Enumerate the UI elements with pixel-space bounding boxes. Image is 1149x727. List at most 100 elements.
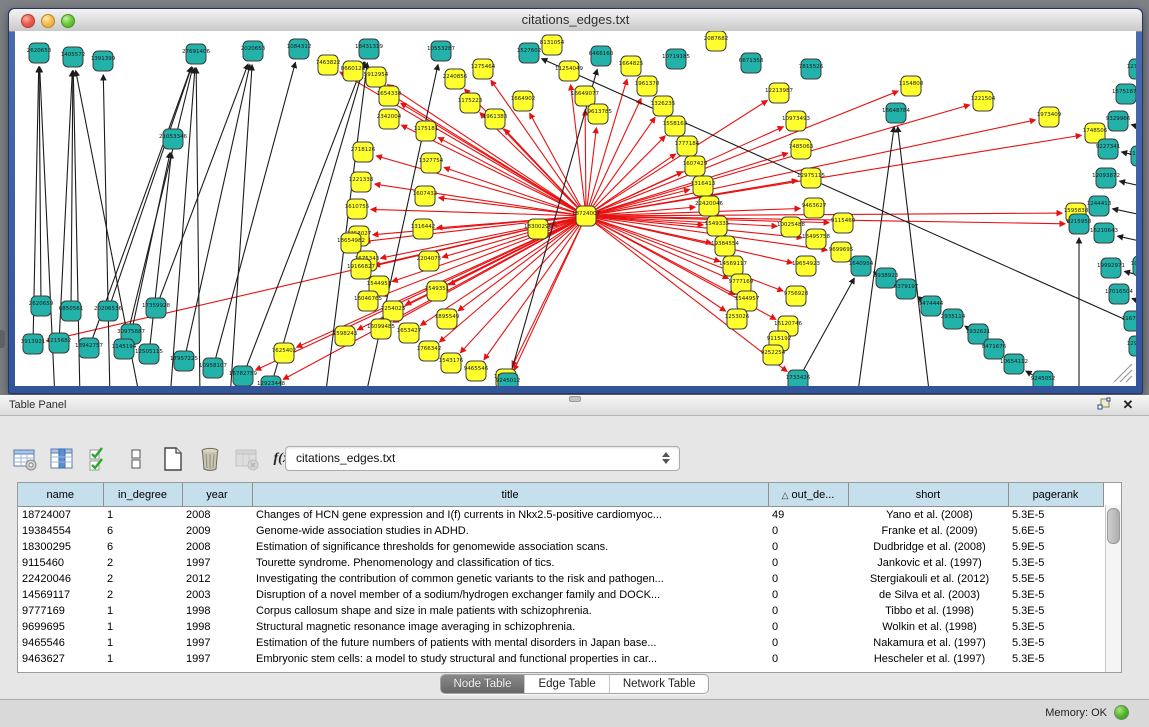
table-cell[interactable]: 5.3E-5 bbox=[1008, 555, 1103, 571]
table-cell[interactable]: Dudbridge et al. (2008) bbox=[848, 539, 1008, 555]
table-row[interactable]: 946554611997Estimation of the future num… bbox=[18, 635, 1103, 651]
window-resize-grip[interactable] bbox=[1108, 358, 1134, 384]
panel-splitter-handle[interactable] bbox=[569, 396, 581, 402]
column-header-out_de[interactable]: △out_de... bbox=[768, 483, 848, 507]
table-cell[interactable]: Yano et al. (2008) bbox=[848, 507, 1008, 524]
table-row[interactable]: 977716911998Corpus callosum shape and si… bbox=[18, 603, 1103, 619]
column-header-pagerank[interactable]: pagerank bbox=[1008, 483, 1103, 507]
table-cell[interactable]: 5.5E-5 bbox=[1008, 571, 1103, 587]
table-cell[interactable]: 5.3E-5 bbox=[1008, 651, 1103, 667]
table-row[interactable]: 1830029562008Estimation of significance … bbox=[18, 539, 1103, 555]
table-cell[interactable]: 1997 bbox=[182, 651, 252, 667]
table-cell[interactable]: 1 bbox=[103, 603, 182, 619]
select-columns-checklist-icon[interactable] bbox=[86, 446, 112, 472]
new-column-document-icon[interactable] bbox=[160, 446, 186, 472]
citation-edge-red[interactable] bbox=[593, 221, 725, 311]
table-cell[interactable]: 5.6E-5 bbox=[1008, 523, 1103, 539]
citation-edge-black[interactable] bbox=[231, 65, 252, 386]
show-columns-icon[interactable] bbox=[49, 446, 75, 472]
row-height-icon[interactable] bbox=[123, 446, 149, 472]
network-table-select[interactable]: citations_edges.txt bbox=[285, 446, 680, 471]
citation-edge-black[interactable] bbox=[92, 67, 191, 339]
column-header-in_degree[interactable]: in_degree bbox=[103, 483, 182, 507]
table-row[interactable]: 1456911722003Disruption of a novel membe… bbox=[18, 587, 1103, 603]
citation-edge-black[interactable] bbox=[71, 71, 73, 302]
table-cell[interactable]: Stergiakouli et al. (2012) bbox=[848, 571, 1008, 587]
table-row[interactable]: 946362711997Embryonic stem cells: a mode… bbox=[18, 651, 1103, 667]
float-panel-icon[interactable] bbox=[1095, 397, 1113, 413]
column-header-year[interactable]: year bbox=[182, 483, 252, 507]
table-cell[interactable]: 1 bbox=[103, 507, 182, 524]
table-cell[interactable]: 5.3E-5 bbox=[1008, 587, 1103, 603]
citation-network-graph[interactable]: 2620653140557213913992769140620206531084… bbox=[15, 31, 1136, 386]
table-cell[interactable]: 5.9E-5 bbox=[1008, 539, 1103, 555]
citation-edge-black[interactable] bbox=[1132, 299, 1136, 306]
table-cell[interactable]: Estimation of the future numbers of pati… bbox=[252, 635, 768, 651]
window-titlebar[interactable]: citations_edges.txt bbox=[9, 9, 1142, 32]
table-cell[interactable]: 2008 bbox=[182, 539, 252, 555]
close-panel-icon[interactable]: ✕ bbox=[1119, 397, 1137, 413]
table-cell[interactable]: 0 bbox=[768, 587, 848, 603]
table-cell[interactable]: Estimation of significance thresholds fo… bbox=[252, 539, 768, 555]
table-cell[interactable]: 2 bbox=[103, 555, 182, 571]
memory-ok-indicator-icon[interactable] bbox=[1114, 705, 1129, 720]
citation-edge-black[interactable] bbox=[1118, 236, 1136, 244]
table-cell[interactable]: 0 bbox=[768, 539, 848, 555]
citation-edge-black[interactable] bbox=[73, 71, 80, 386]
table-mode-icon[interactable] bbox=[12, 446, 38, 472]
table-row[interactable]: 1938455462009Genome-wide association stu… bbox=[18, 523, 1103, 539]
table-cell[interactable]: Structural magnetic resonance image aver… bbox=[252, 619, 768, 635]
table-cell[interactable]: 0 bbox=[768, 619, 848, 635]
citation-edge-black[interactable] bbox=[33, 67, 39, 335]
table-cell[interactable]: 19384554 bbox=[18, 523, 103, 539]
table-cell[interactable]: Wolkin et al. (1998) bbox=[848, 619, 1008, 635]
table-vertical-scrollbar[interactable] bbox=[1105, 505, 1121, 672]
citation-edge-black[interactable] bbox=[1120, 181, 1136, 189]
table-cell[interactable]: 2003 bbox=[182, 587, 252, 603]
table-cell[interactable]: de Silva et al. (2003) bbox=[848, 587, 1008, 603]
table-cell[interactable]: Franke et al. (2009) bbox=[848, 523, 1008, 539]
table-cell[interactable]: 0 bbox=[768, 603, 848, 619]
column-header-name[interactable]: name bbox=[18, 483, 103, 507]
table-cell[interactable]: Corpus callosum shape and size in male p… bbox=[252, 603, 768, 619]
table-cell[interactable]: 6 bbox=[103, 539, 182, 555]
citation-edge-black[interactable] bbox=[186, 65, 250, 353]
table-cell[interactable]: 1997 bbox=[182, 555, 252, 571]
table-row[interactable]: 969969511998Structural magnetic resonanc… bbox=[18, 619, 1103, 635]
table-cell[interactable]: 1998 bbox=[182, 619, 252, 635]
table-cell[interactable]: Disruption of a novel member of a sodium… bbox=[252, 587, 768, 603]
table-cell[interactable]: 0 bbox=[768, 555, 848, 571]
citation-edge-red[interactable] bbox=[530, 113, 582, 208]
table-cell[interactable]: Jankovic et al. (1997) bbox=[848, 555, 1008, 571]
table-cell[interactable]: 1 bbox=[103, 635, 182, 651]
table-cell[interactable]: 1 bbox=[103, 619, 182, 635]
tab-edge-table[interactable]: Edge Table bbox=[525, 675, 609, 693]
table-cell[interactable]: 0 bbox=[768, 523, 848, 539]
tab-network-table[interactable]: Network Table bbox=[610, 675, 709, 693]
scrollbar-thumb[interactable] bbox=[1107, 508, 1120, 544]
table-cell[interactable]: 9463627 bbox=[18, 651, 103, 667]
table-cell[interactable]: 6 bbox=[103, 523, 182, 539]
table-cell[interactable]: 2012 bbox=[182, 571, 252, 587]
column-header-short[interactable]: short bbox=[848, 483, 1008, 507]
citation-edge-black[interactable] bbox=[39, 67, 41, 297]
delete-column-trash-icon[interactable] bbox=[197, 446, 223, 472]
citation-edge-red[interactable] bbox=[594, 91, 898, 212]
table-cell[interactable]: Embryonic stem cells: a model to study s… bbox=[252, 651, 768, 667]
citation-edge-red[interactable] bbox=[376, 156, 577, 214]
citation-edge-black[interactable] bbox=[196, 68, 200, 386]
table-cell[interactable]: Investigating the contribution of common… bbox=[252, 571, 768, 587]
citation-edge-red[interactable] bbox=[591, 117, 655, 208]
table-cell[interactable]: 22420046 bbox=[18, 571, 103, 587]
table-cell[interactable]: 2009 bbox=[182, 523, 252, 539]
table-cell[interactable]: 9777169 bbox=[18, 603, 103, 619]
table-cell[interactable]: 5.3E-5 bbox=[1008, 619, 1103, 635]
table-row[interactable]: 1872400712008Changes of HCN gene express… bbox=[18, 507, 1103, 524]
table-cell[interactable]: 1 bbox=[103, 651, 182, 667]
citation-edge-black[interactable] bbox=[215, 63, 295, 360]
table-cell[interactable]: 2 bbox=[103, 587, 182, 603]
table-cell[interactable]: Tourette syndrome. Phenomenology and cla… bbox=[252, 555, 768, 571]
table-cell[interactable]: Hescheler et al. (1997) bbox=[848, 651, 1008, 667]
table-cell[interactable]: 5.3E-5 bbox=[1008, 635, 1103, 651]
table-cell[interactable]: 9465546 bbox=[18, 635, 103, 651]
